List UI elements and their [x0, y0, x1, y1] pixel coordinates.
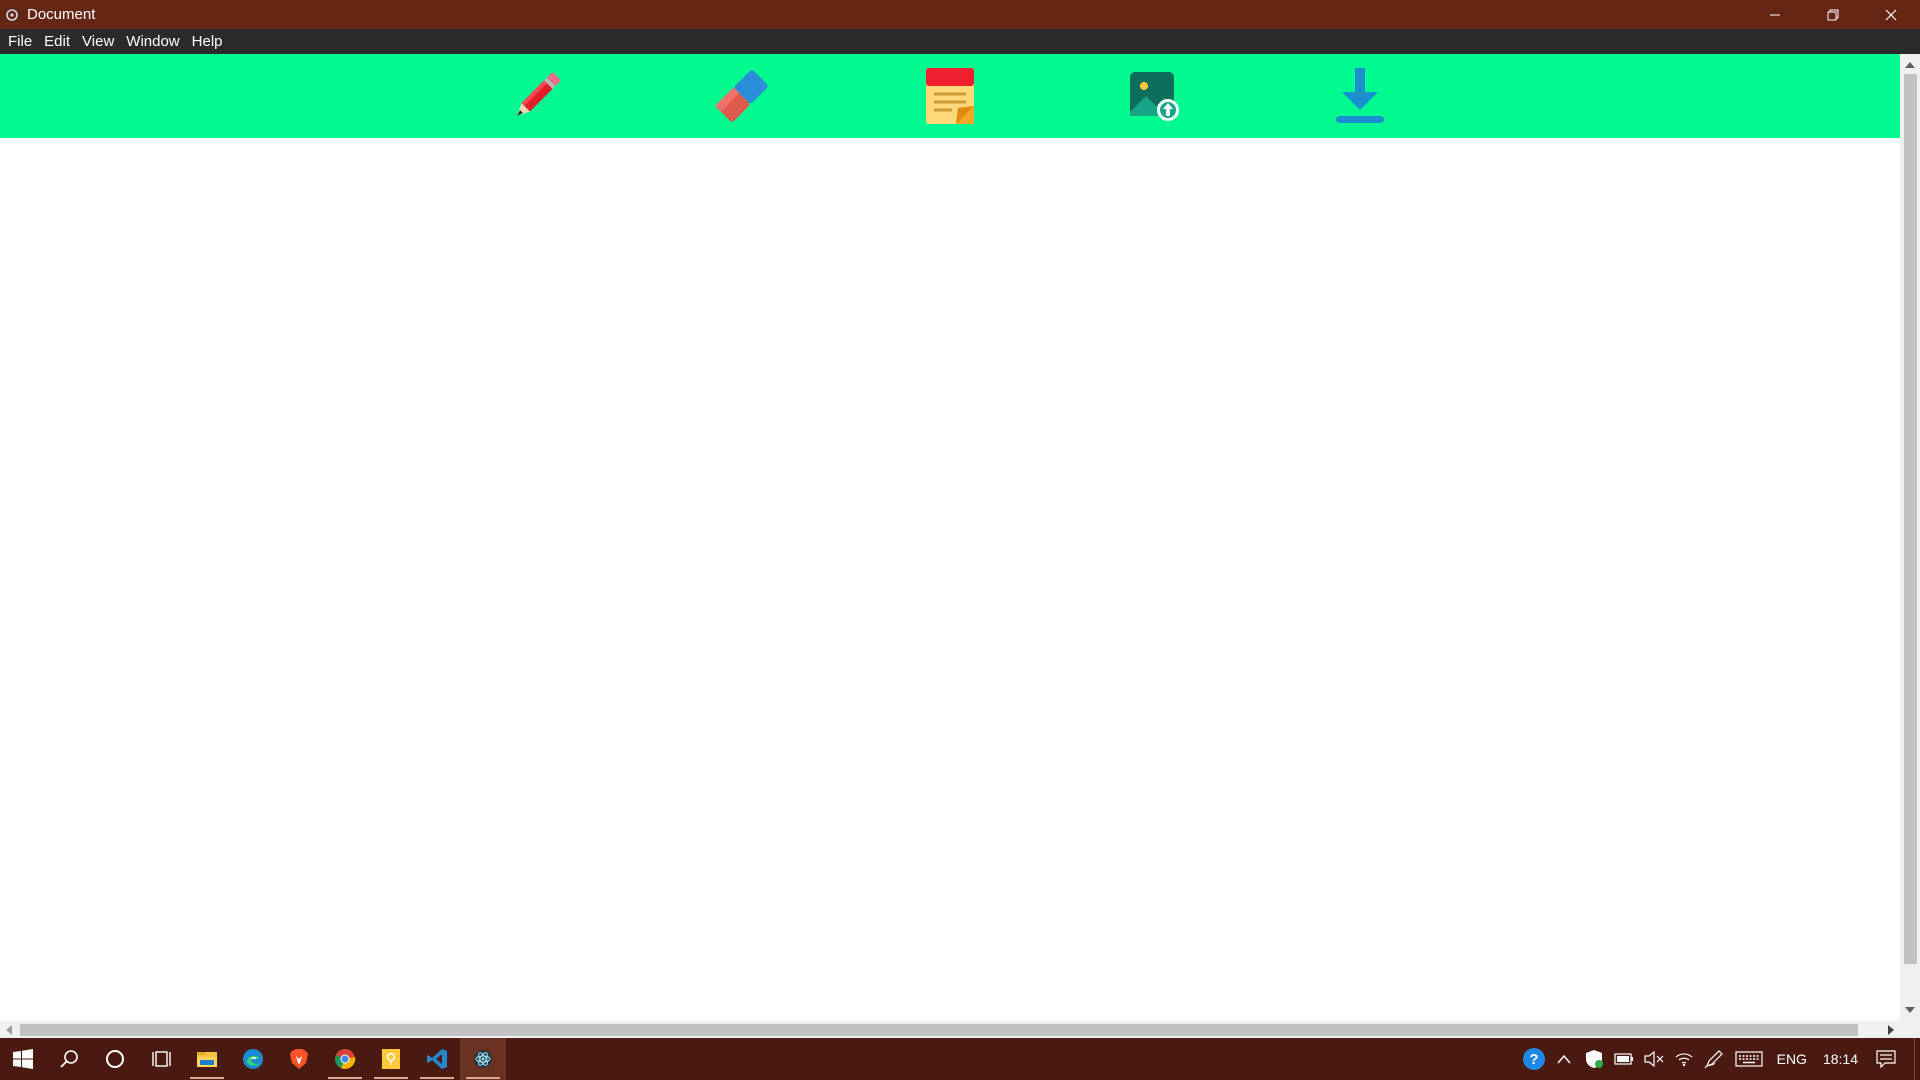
edge-icon	[243, 1049, 263, 1069]
restore-button[interactable]	[1804, 0, 1862, 29]
show-desktop-button[interactable]	[1914, 1038, 1920, 1080]
wifi-icon	[1675, 1053, 1693, 1067]
app-icon	[0, 0, 24, 29]
menu-view[interactable]: View	[76, 29, 120, 54]
electron-app-icon	[474, 1050, 492, 1068]
vertical-scroll-thumb[interactable]	[1904, 74, 1917, 964]
window-controls	[1746, 0, 1920, 29]
system-tray: ? ENG 18:14	[1519, 1038, 1920, 1080]
search-button[interactable]	[46, 1038, 92, 1080]
menu-window[interactable]: Window	[120, 29, 185, 54]
help-tray-button[interactable]: ?	[1519, 1038, 1549, 1080]
toolbar	[0, 54, 1900, 138]
pen-tray-button[interactable]	[1699, 1038, 1729, 1080]
download-tool-button[interactable]	[1328, 64, 1392, 128]
download-icon	[1336, 68, 1384, 123]
notification-icon	[1876, 1050, 1896, 1068]
menu-help[interactable]: Help	[186, 29, 229, 54]
close-button[interactable]	[1862, 0, 1920, 29]
electron-app-button[interactable]	[460, 1038, 506, 1080]
shield-icon	[1585, 1050, 1603, 1068]
task-view-icon	[152, 1051, 171, 1067]
network-tray-button[interactable]	[1669, 1038, 1699, 1080]
keyboard-icon	[1735, 1051, 1763, 1067]
vscode-icon	[427, 1049, 447, 1069]
security-tray-button[interactable]	[1579, 1038, 1609, 1080]
eraser-tool-button[interactable]	[710, 64, 774, 128]
vscode-button[interactable]	[414, 1038, 460, 1080]
search-icon	[60, 1050, 78, 1068]
clock[interactable]: 18:14	[1815, 1051, 1866, 1067]
brave-button[interactable]	[276, 1038, 322, 1080]
help-icon: ?	[1522, 1048, 1545, 1070]
title-bar: Document	[0, 0, 1920, 29]
menu-bar: File Edit View Window Help	[0, 29, 1920, 54]
volume-tray-button[interactable]	[1639, 1038, 1669, 1080]
restore-icon	[1827, 9, 1839, 20]
battery-icon	[1614, 1053, 1633, 1065]
close-icon	[1885, 9, 1897, 20]
window-title: Document	[27, 6, 96, 23]
language-indicator[interactable]: ENG	[1769, 1051, 1815, 1067]
drawing-canvas[interactable]	[0, 138, 1900, 1021]
horizontal-scrollbar[interactable]	[0, 1021, 1900, 1038]
scroll-down-icon[interactable]	[1905, 1007, 1915, 1013]
menu-file[interactable]: File	[2, 29, 38, 54]
start-button[interactable]	[0, 1038, 46, 1080]
battery-tray-button[interactable]	[1609, 1038, 1639, 1080]
taskbar: ? ENG 18:14	[0, 1038, 1920, 1080]
sticky-notes-icon	[382, 1049, 400, 1069]
eraser-icon	[715, 70, 768, 122]
sticky-notes-button[interactable]	[368, 1038, 414, 1080]
task-view-button[interactable]	[138, 1038, 184, 1080]
action-center-button[interactable]	[1866, 1038, 1906, 1080]
vertical-scrollbar[interactable]	[1900, 54, 1920, 1021]
touch-keyboard-button[interactable]	[1729, 1038, 1769, 1080]
image-upload-icon	[1130, 72, 1179, 121]
show-hidden-icons-button[interactable]	[1549, 1038, 1579, 1080]
scroll-up-icon[interactable]	[1905, 62, 1915, 68]
edge-button[interactable]	[230, 1038, 276, 1080]
scroll-corner	[1900, 1021, 1920, 1038]
cortana-icon	[106, 1050, 124, 1068]
volume-muted-icon	[1644, 1051, 1664, 1067]
notes-icon	[926, 68, 974, 124]
minimize-icon	[1770, 14, 1780, 15]
chrome-icon	[335, 1049, 356, 1069]
brave-icon	[290, 1049, 308, 1069]
windows-start-icon	[13, 1049, 33, 1069]
scroll-right-icon[interactable]	[1888, 1025, 1894, 1035]
menu-edit[interactable]: Edit	[38, 29, 76, 54]
file-explorer-button[interactable]	[184, 1038, 230, 1080]
chrome-button[interactable]	[322, 1038, 368, 1080]
cortana-button[interactable]	[92, 1038, 138, 1080]
pencil-icon	[517, 72, 561, 116]
horizontal-scroll-thumb[interactable]	[20, 1024, 1858, 1036]
svg-text:?: ?	[1529, 1051, 1538, 1068]
file-explorer-icon	[197, 1052, 217, 1067]
scroll-left-icon[interactable]	[6, 1025, 12, 1035]
image-upload-tool-button[interactable]	[1122, 64, 1186, 128]
chevron-up-icon	[1557, 1054, 1571, 1064]
pencil-tool-button[interactable]	[505, 64, 569, 128]
minimize-button[interactable]	[1746, 0, 1804, 29]
notes-tool-button[interactable]	[918, 64, 982, 128]
pen-workspace-icon	[1704, 1050, 1723, 1069]
